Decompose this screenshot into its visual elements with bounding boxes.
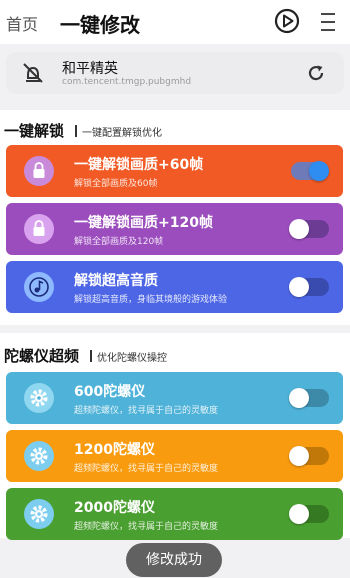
top-bar: 首页 一键修改 xyxy=(0,0,350,44)
home-link[interactable]: 首页 xyxy=(6,11,38,35)
music-note-icon xyxy=(24,272,54,302)
refresh-icon[interactable] xyxy=(306,63,326,83)
card-gyro-600: 600陀螺仪 超频陀螺仪，找寻属于自己的灵敏度 xyxy=(6,372,343,424)
section-subtitle: 优化陀螺仪操控 xyxy=(97,353,167,364)
menu-icon[interactable] xyxy=(318,11,338,33)
card-title: 1200陀螺仪 xyxy=(74,442,155,458)
card-gyro-1200: 1200陀螺仪 超频陀螺仪，找寻属于自己的灵敏度 xyxy=(6,430,343,482)
app-package: com.tencent.tmgp.pubgmhd xyxy=(62,77,192,87)
toggle-switch[interactable] xyxy=(289,504,329,524)
toggle-knob xyxy=(289,277,309,297)
toggle-switch[interactable] xyxy=(289,219,329,239)
card-description: 超频陀螺仪，找寻属于自己的灵敏度 xyxy=(74,406,219,416)
card-description: 解锁全部画质及60帧 xyxy=(74,179,158,189)
section-divider xyxy=(90,350,92,362)
gear-icon xyxy=(24,441,54,471)
target-app-card[interactable]: 和平精英 com.tencent.tmgp.pubgmhd xyxy=(6,52,344,94)
card-description: 解锁全部画质及120帧 xyxy=(74,237,164,247)
card-description: 超频陀螺仪，找寻属于自己的灵敏度 xyxy=(74,522,219,532)
toggle-switch[interactable] xyxy=(291,161,329,181)
section-subtitle: 一键配置解锁优化 xyxy=(82,128,162,139)
page-title: 一键修改 xyxy=(60,13,140,37)
play-circle-icon[interactable] xyxy=(274,8,300,34)
card-gyro-2000: 2000陀螺仪 超频陀螺仪，找寻属于自己的灵敏度 xyxy=(6,488,343,540)
section-divider xyxy=(75,125,77,137)
toggle-switch[interactable] xyxy=(289,388,329,408)
card-unlock-audio: 解锁超高音质 解锁超高音质，身临其境般的游戏体验 xyxy=(6,261,343,313)
toggle-knob xyxy=(289,388,309,408)
card-title: 一键解锁画质+120帧 xyxy=(74,215,213,231)
toggle-switch[interactable] xyxy=(289,277,329,297)
gear-icon xyxy=(24,499,54,529)
card-description: 超频陀螺仪，找寻属于自己的灵敏度 xyxy=(74,464,219,474)
app-disabled-icon xyxy=(23,63,43,83)
card-title: 一键解锁画质+60帧 xyxy=(74,157,204,173)
toggle-knob xyxy=(289,504,309,524)
toast-message: 修改成功 xyxy=(126,543,222,577)
gyro-section: 陀螺仪超频 优化陀螺仪操控 600陀螺仪 超频陀螺仪，找寻属于自己的灵敏度 12… xyxy=(0,333,350,540)
gear-icon xyxy=(24,383,54,413)
lock-icon xyxy=(24,156,54,186)
unlock-section: 一键解锁 一键配置解锁优化 一键解锁画质+60帧 解锁全部画质及60帧 一键解锁… xyxy=(0,110,350,325)
card-title: 2000陀螺仪 xyxy=(74,500,155,516)
toggle-knob xyxy=(309,161,329,181)
card-unlock-60fps: 一键解锁画质+60帧 解锁全部画质及60帧 xyxy=(6,145,343,197)
section-title: 陀螺仪超频 xyxy=(4,347,80,365)
lock-icon xyxy=(24,214,54,244)
app-name: 和平精英 xyxy=(62,61,118,77)
card-title: 600陀螺仪 xyxy=(74,384,146,400)
card-unlock-120fps: 一键解锁画质+120帧 解锁全部画质及120帧 xyxy=(6,203,343,255)
toggle-knob xyxy=(289,446,309,466)
card-description: 解锁超高音质，身临其境般的游戏体验 xyxy=(74,295,228,305)
toggle-knob xyxy=(289,219,309,239)
toggle-switch[interactable] xyxy=(289,446,329,466)
section-title: 一键解锁 xyxy=(4,122,65,140)
card-title: 解锁超高音质 xyxy=(74,273,158,289)
